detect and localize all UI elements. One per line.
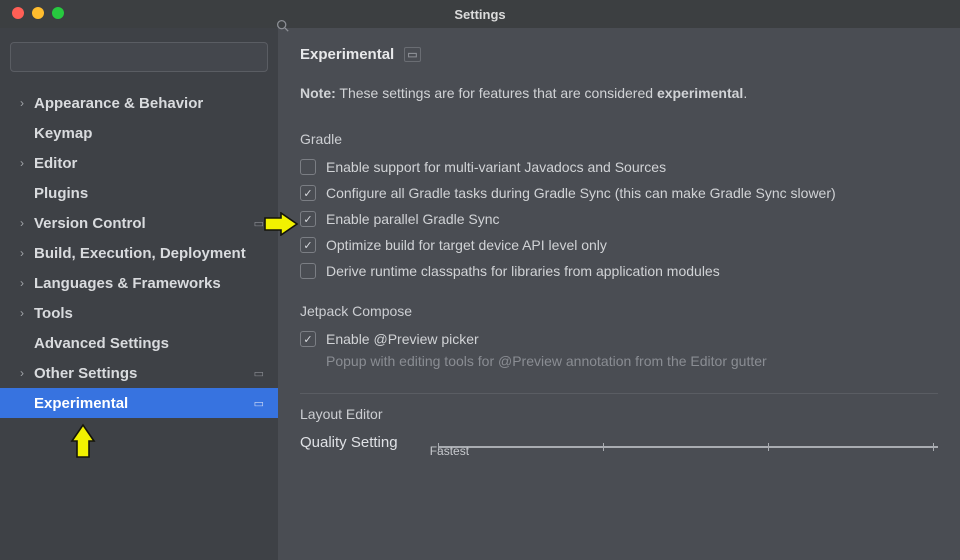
gradle-option-checkbox-1[interactable] [300,185,316,201]
jetpack-hint: Popup with editing tools for @Preview an… [326,353,938,369]
close-window-button[interactable] [12,7,24,19]
chevron-right-icon: › [16,306,28,320]
sidebar-item-plugins[interactable]: Plugins [0,178,278,208]
gradle-option-checkbox-4[interactable] [300,263,316,279]
page-title: Experimental [300,46,394,63]
quality-setting-label: Quality Setting [300,434,398,451]
enable-preview-picker-checkbox[interactable] [300,331,316,347]
sidebar-item-label: Tools [34,305,73,322]
sidebar-item-label: Experimental [34,395,128,412]
gradle-option-checkbox-2[interactable] [300,211,316,227]
gradle-option-label-1: Configure all Gradle tasks during Gradle… [326,185,836,201]
sidebar-item-appearance-behavior[interactable]: › Appearance & Behavior [0,88,278,118]
sidebar-item-label: Appearance & Behavior [34,95,203,112]
sidebar-item-label: Languages & Frameworks [34,275,221,292]
sidebar-item-label: Keymap [34,125,92,142]
search-input[interactable] [10,42,268,72]
chevron-right-icon: › [16,96,28,110]
gradle-section: Gradle Enable support for multi-variant … [300,131,938,279]
quality-slider[interactable]: Fastest [438,434,938,454]
experimental-note: Note: These settings are for features th… [300,85,938,101]
sidebar-item-tools[interactable]: › Tools [0,298,278,328]
sidebar-item-advanced-settings[interactable]: Advanced Settings [0,328,278,358]
sidebar-item-label: Other Settings [34,365,137,382]
sidebar-item-other-settings[interactable]: › Other Settings ▭ [0,358,278,388]
sidebar-item-label: Build, Execution, Deployment [34,245,246,262]
enable-preview-picker-label: Enable @Preview picker [326,331,479,347]
gradle-option-label-3: Optimize build for target device API lev… [326,237,607,253]
scope-badge-icon: ▭ [254,397,264,410]
sidebar-item-experimental[interactable]: Experimental ▭ [0,388,278,418]
minimize-window-button[interactable] [32,7,44,19]
sidebar-item-label: Editor [34,155,77,172]
jetpack-title: Jetpack Compose [300,303,938,319]
gradle-option-label-2: Enable parallel Gradle Sync [326,211,500,227]
chevron-right-icon: › [16,276,28,290]
sidebar-item-label: Advanced Settings [34,335,169,352]
sidebar-item-build-execution-deployment[interactable]: › Build, Execution, Deployment [0,238,278,268]
window-title: Settings [454,7,505,22]
chevron-right-icon: › [16,366,28,380]
gradle-option-checkbox-3[interactable] [300,237,316,253]
scope-badge-icon: ▭ [404,47,420,62]
note-suffix: . [743,85,747,101]
sidebar-item-label: Plugins [34,185,88,202]
sidebar-tree: › Appearance & Behavior Keymap › Editor Plugi… [0,88,278,560]
chevron-right-icon: › [16,156,28,170]
sidebar-item-languages-frameworks[interactable]: › Languages & Frameworks [0,268,278,298]
gradle-option-label-0: Enable support for multi-variant Javadoc… [326,159,666,175]
scope-badge-icon: ▭ [254,217,264,230]
layout-editor-section: Layout Editor Quality Setting Fastest [300,406,938,454]
titlebar: Settings [0,0,960,28]
sidebar-item-label: Version Control [34,215,146,232]
note-body: These settings are for features that are… [336,85,657,101]
note-bold: experimental [657,85,743,101]
content-pane: Experimental ▭ Note: These settings are … [278,28,960,560]
sidebar-item-version-control[interactable]: › Version Control ▭ [0,208,278,238]
gradle-option-checkbox-0[interactable] [300,159,316,175]
jetpack-section: Jetpack Compose Enable @Preview picker P… [300,303,938,369]
sidebar-item-editor[interactable]: › Editor [0,148,278,178]
gradle-title: Gradle [300,131,938,147]
layout-editor-title: Layout Editor [300,406,938,422]
note-prefix: Note: [300,85,336,101]
sidebar: › Appearance & Behavior Keymap › Editor Plugi… [0,28,278,560]
sidebar-item-keymap[interactable]: Keymap [0,118,278,148]
gradle-option-label-4: Derive runtime classpaths for libraries … [326,263,720,279]
chevron-right-icon: › [16,246,28,260]
slider-label-fastest: Fastest [430,444,469,458]
scope-badge-icon: ▭ [254,367,264,380]
divider [300,393,938,394]
zoom-window-button[interactable] [52,7,64,19]
chevron-right-icon: › [16,216,28,230]
